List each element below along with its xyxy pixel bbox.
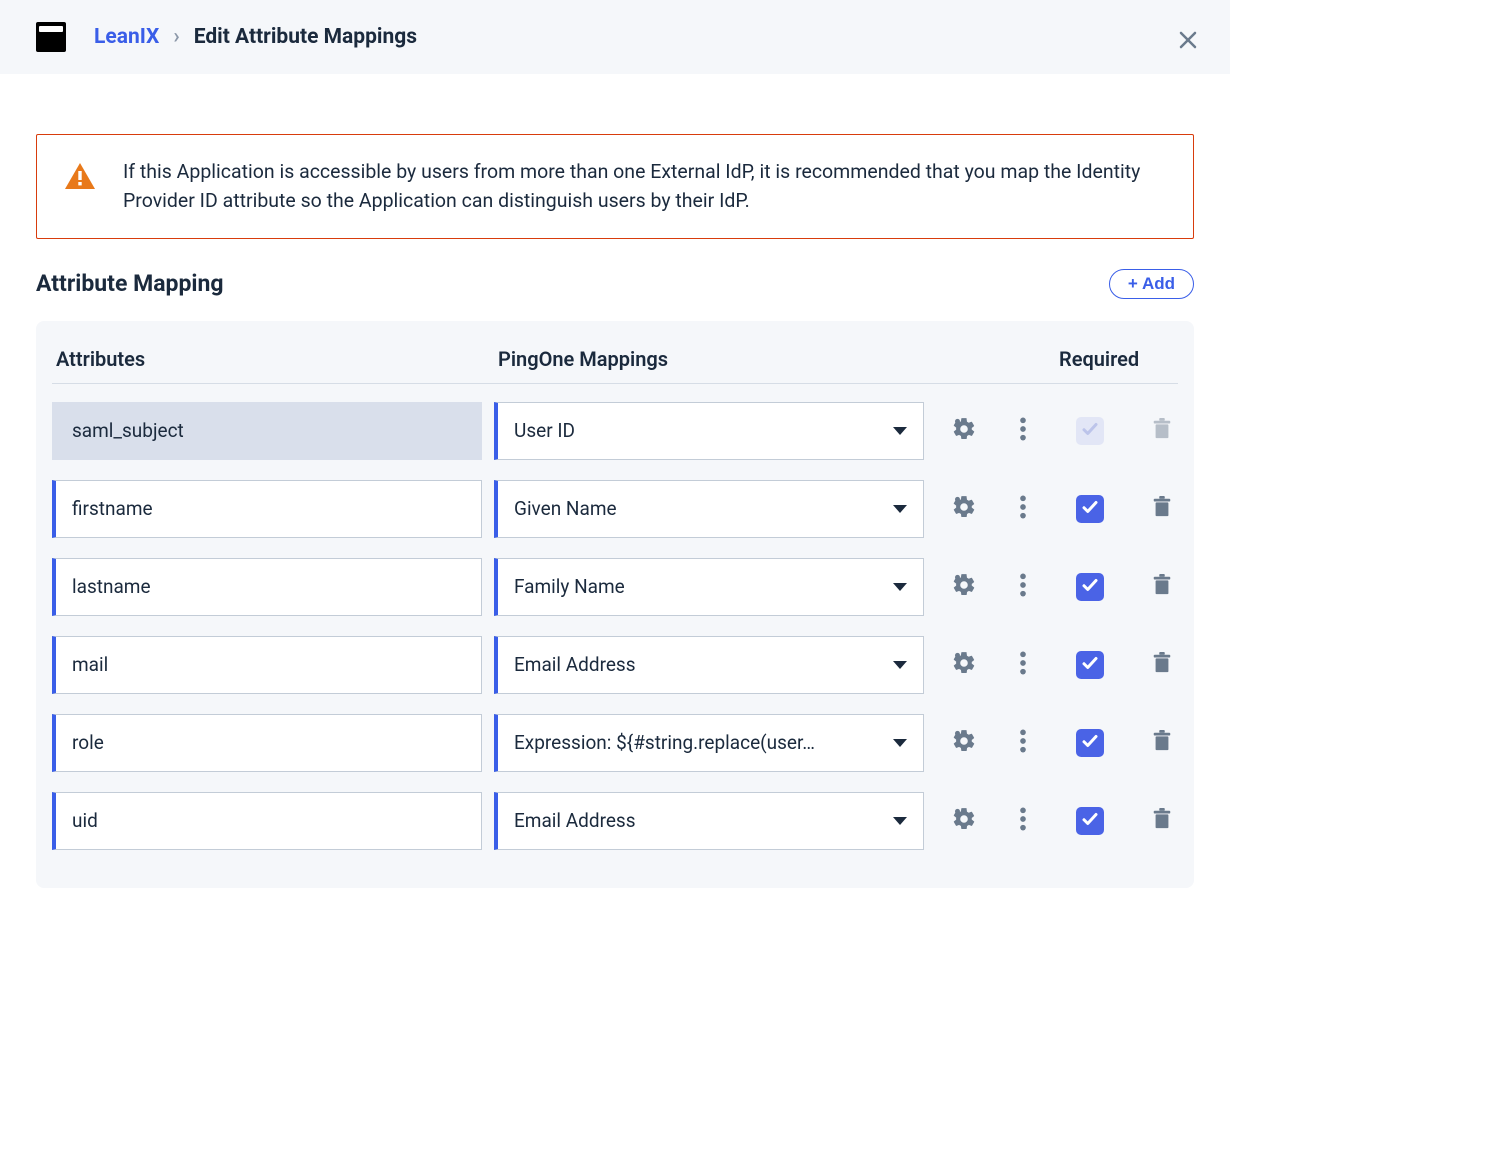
check-icon: [1081, 420, 1099, 442]
chevron-down-icon: [893, 661, 907, 669]
attribute-input[interactable]: role: [52, 714, 482, 772]
kebab-icon: [1019, 650, 1027, 680]
check-icon: [1081, 498, 1099, 520]
breadcrumb: LeanIX › Edit Attribute Mappings: [94, 25, 417, 49]
advanced-settings-button[interactable]: [951, 728, 977, 758]
kebab-icon: [1019, 416, 1027, 446]
delete-button: [1151, 417, 1173, 445]
check-icon: [1081, 732, 1099, 754]
delete-button[interactable]: [1151, 651, 1173, 679]
mapping-select[interactable]: Family Name: [494, 558, 924, 616]
kebab-icon: [1019, 806, 1027, 836]
more-options-button[interactable]: [1019, 650, 1027, 680]
table-row: uid Email Address: [52, 792, 1178, 850]
attribute-input: saml_subject: [52, 402, 482, 460]
gear-icon: [951, 572, 977, 602]
attribute-input[interactable]: lastname: [52, 558, 482, 616]
table-row: mail Email Address: [52, 636, 1178, 694]
section-title: Attribute Mapping: [36, 270, 224, 297]
page-title: Edit Attribute Mappings: [194, 25, 417, 49]
chevron-down-icon: [893, 583, 907, 591]
chevron-down-icon: [893, 739, 907, 747]
delete-button[interactable]: [1151, 495, 1173, 523]
gear-icon: [951, 728, 977, 758]
gear-icon: [951, 806, 977, 836]
attribute-input[interactable]: uid: [52, 792, 482, 850]
gear-icon: [951, 416, 977, 446]
warning-alert: If this Application is accessible by use…: [36, 134, 1194, 239]
check-icon: [1081, 810, 1099, 832]
mapping-value: Family Name: [514, 575, 625, 598]
trash-icon: [1151, 417, 1173, 445]
table-row: role Expression: ${#string.replace(user…: [52, 714, 1178, 772]
trash-icon: [1151, 573, 1173, 601]
delete-button[interactable]: [1151, 729, 1173, 757]
more-options-button[interactable]: [1019, 416, 1027, 446]
mapping-select[interactable]: Email Address: [494, 636, 924, 694]
page-header: LeanIX › Edit Attribute Mappings: [0, 0, 1230, 74]
attribute-input[interactable]: mail: [52, 636, 482, 694]
chevron-down-icon: [893, 427, 907, 435]
breadcrumb-app-link[interactable]: LeanIX: [94, 25, 159, 49]
close-button[interactable]: [1176, 28, 1200, 56]
kebab-icon: [1019, 494, 1027, 524]
table-header: Attributes PingOne Mappings Required: [52, 347, 1178, 384]
column-header-required: Required: [1059, 347, 1129, 371]
required-checkbox: [1076, 417, 1104, 445]
gear-icon: [951, 494, 977, 524]
chevron-down-icon: [893, 505, 907, 513]
chevron-right-icon: ›: [173, 25, 179, 49]
trash-icon: [1151, 807, 1173, 835]
mapping-table: Attributes PingOne Mappings Required sam…: [36, 321, 1194, 888]
check-icon: [1081, 654, 1099, 676]
more-options-button[interactable]: [1019, 728, 1027, 758]
trash-icon: [1151, 651, 1173, 679]
table-row: lastname Family Name: [52, 558, 1178, 616]
mapping-value: Email Address: [514, 809, 636, 832]
gear-icon: [951, 650, 977, 680]
attribute-input[interactable]: firstname: [52, 480, 482, 538]
mapping-select[interactable]: Expression: ${#string.replace(user…: [494, 714, 924, 772]
trash-icon: [1151, 495, 1173, 523]
mapping-select[interactable]: User ID: [494, 402, 924, 460]
close-icon: [1176, 28, 1200, 52]
delete-button[interactable]: [1151, 807, 1173, 835]
required-checkbox[interactable]: [1076, 573, 1104, 601]
more-options-button[interactable]: [1019, 806, 1027, 836]
required-checkbox[interactable]: [1076, 807, 1104, 835]
advanced-settings-button[interactable]: [951, 806, 977, 836]
mapping-value: Expression: ${#string.replace(user…: [514, 731, 815, 754]
warning-icon: [65, 163, 95, 193]
required-checkbox[interactable]: [1076, 729, 1104, 757]
more-options-button[interactable]: [1019, 572, 1027, 602]
more-options-button[interactable]: [1019, 494, 1027, 524]
kebab-icon: [1019, 728, 1027, 758]
delete-button[interactable]: [1151, 573, 1173, 601]
check-icon: [1081, 576, 1099, 598]
advanced-settings-button[interactable]: [951, 650, 977, 680]
kebab-icon: [1019, 572, 1027, 602]
table-row: saml_subject User ID: [52, 402, 1178, 460]
required-checkbox[interactable]: [1076, 495, 1104, 523]
warning-text: If this Application is accessible by use…: [123, 157, 1165, 216]
advanced-settings-button[interactable]: [951, 572, 977, 602]
chevron-down-icon: [893, 817, 907, 825]
advanced-settings-button[interactable]: [951, 416, 977, 446]
mapping-value: User ID: [514, 419, 575, 442]
required-checkbox[interactable]: [1076, 651, 1104, 679]
app-icon: [36, 22, 66, 52]
mapping-value: Email Address: [514, 653, 636, 676]
table-row: firstname Given Name: [52, 480, 1178, 538]
add-button[interactable]: + Add: [1109, 269, 1194, 299]
mapping-select[interactable]: Email Address: [494, 792, 924, 850]
mapping-select[interactable]: Given Name: [494, 480, 924, 538]
mapping-value: Given Name: [514, 497, 617, 520]
advanced-settings-button[interactable]: [951, 494, 977, 524]
column-header-attributes: Attributes: [56, 347, 486, 371]
trash-icon: [1151, 729, 1173, 757]
column-header-mappings: PingOne Mappings: [498, 347, 928, 371]
